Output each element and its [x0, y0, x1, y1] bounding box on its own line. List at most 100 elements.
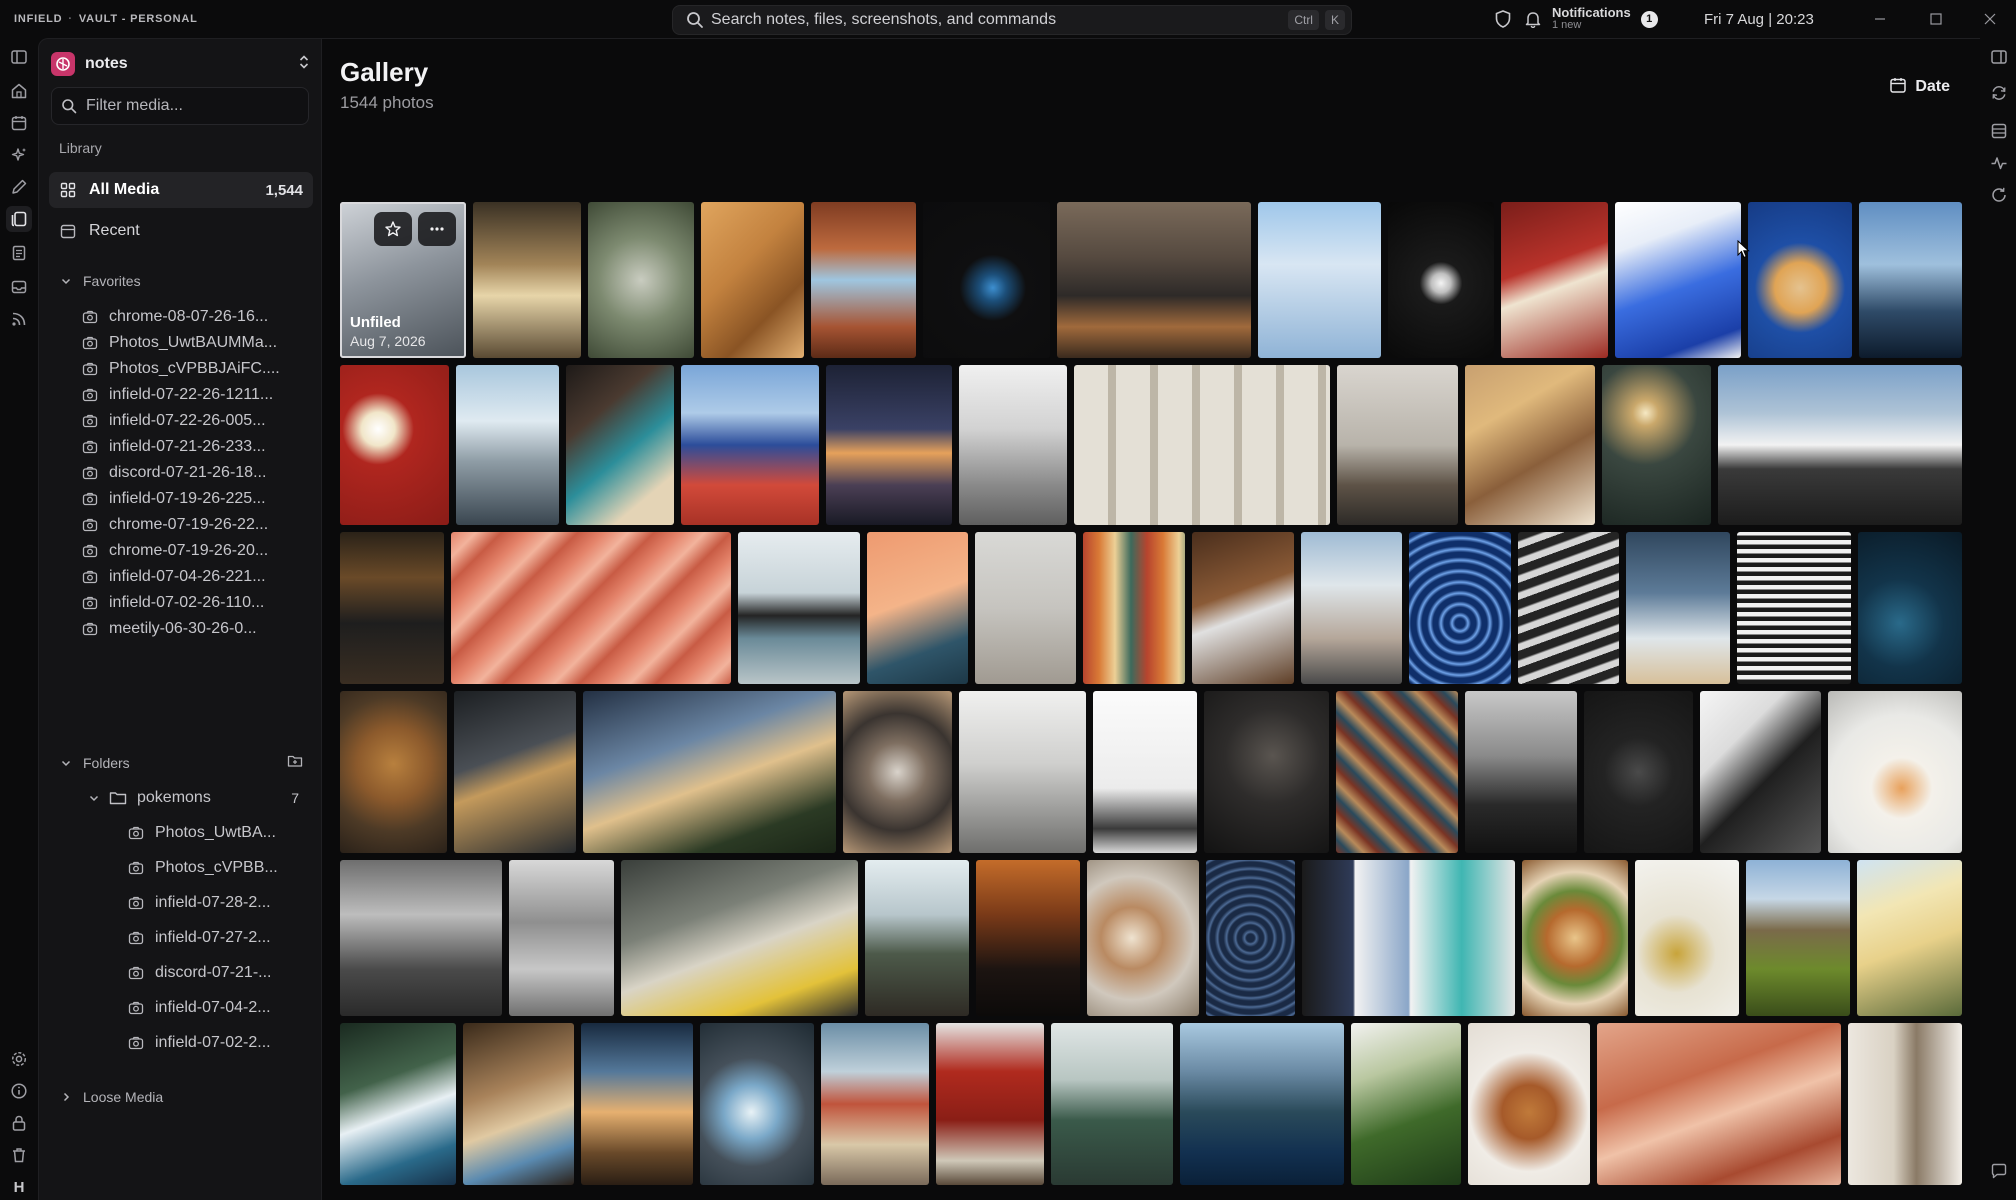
new-folder-icon[interactable] [287, 754, 303, 773]
photo-tile[interactable] [473, 202, 581, 358]
photo-tile[interactable] [1204, 691, 1329, 853]
photo-tile[interactable] [1465, 691, 1577, 853]
photo-tile[interactable] [621, 860, 858, 1016]
photo-tile[interactable] [1388, 202, 1494, 358]
activity-icon[interactable] [1986, 150, 2012, 176]
folder-child-item[interactable]: infield-07-04-2... [127, 993, 307, 1023]
photo-tile[interactable] [959, 365, 1067, 525]
folder-child-item[interactable]: Photos_cVPBB... [127, 853, 307, 883]
photo-tile[interactable] [1087, 860, 1199, 1016]
photo-tile[interactable] [738, 532, 860, 684]
photo-tile[interactable] [843, 691, 952, 853]
photo-tile[interactable] [1857, 860, 1962, 1016]
photo-tile[interactable] [1748, 202, 1852, 358]
photo-tile[interactable] [1501, 202, 1608, 358]
document-icon[interactable] [6, 240, 32, 266]
folder-child-item[interactable]: infield-07-27-2... [127, 923, 307, 953]
photo-tile[interactable] [1584, 691, 1693, 853]
command-search[interactable]: Search notes, files, screenshots, and co… [672, 5, 1352, 35]
photo-tile[interactable] [1635, 860, 1739, 1016]
favorite-item[interactable]: meetily-06-30-26-0... [81, 614, 313, 644]
photo-tile[interactable] [1518, 532, 1619, 684]
photo-tile[interactable] [340, 365, 449, 525]
photo-tile[interactable] [1302, 860, 1515, 1016]
photo-tile[interactable] [1336, 691, 1458, 853]
folder-child-item[interactable]: discord-07-21-... [127, 958, 307, 988]
loose-media-group-header[interactable]: Loose Media [59, 1085, 313, 1109]
photo-tile[interactable] [1858, 532, 1962, 684]
photo-tile[interactable] [1828, 691, 1962, 853]
panel-toggle-icon[interactable] [6, 44, 32, 70]
photo-tile[interactable] [583, 691, 836, 853]
photo-tile[interactable] [1051, 1023, 1173, 1185]
photo-tile[interactable] [454, 691, 576, 853]
folder-child-item[interactable]: Photos_UwtBA... [127, 818, 307, 848]
photo-tile[interactable] [1746, 860, 1850, 1016]
gallery-icon[interactable] [6, 206, 32, 232]
sidebar-item-all-media[interactable]: All Media 1,544 [49, 172, 313, 208]
photo-tile[interactable] [1057, 202, 1251, 358]
folders-group-header[interactable]: Folders [59, 751, 313, 775]
database-icon[interactable] [1986, 118, 2012, 144]
photo-tile[interactable] [923, 202, 1050, 358]
photo-tile[interactable] [936, 1023, 1044, 1185]
photo-tile[interactable] [340, 860, 502, 1016]
filter-media-input[interactable] [86, 97, 296, 115]
lock-icon[interactable] [6, 1110, 32, 1136]
photo-tile[interactable] [826, 365, 952, 525]
avatar[interactable]: H [6, 1174, 32, 1200]
more-options-button[interactable] [418, 212, 456, 246]
favorite-star-button[interactable] [374, 212, 412, 246]
photo-tile[interactable] [1737, 532, 1851, 684]
photo-tile[interactable] [340, 532, 444, 684]
sparkle-icon[interactable] [6, 142, 32, 168]
photo-tile[interactable] [1602, 365, 1711, 525]
folder-child-item[interactable]: infield-07-28-2... [127, 888, 307, 918]
photo-tile[interactable] [1180, 1023, 1344, 1185]
maximize-button[interactable] [1922, 6, 1950, 32]
photo-tile[interactable] [1700, 691, 1821, 853]
photo-tile[interactable] [1301, 532, 1402, 684]
photo-tile[interactable] [811, 202, 916, 358]
photo-tile[interactable] [865, 860, 969, 1016]
photo-tile[interactable] [959, 691, 1086, 853]
photo-tile[interactable] [1074, 365, 1330, 525]
photo-tile[interactable] [463, 1023, 574, 1185]
photo-tile[interactable] [1615, 202, 1741, 358]
photo-tile[interactable] [1351, 1023, 1461, 1185]
photo-tile[interactable] [1718, 365, 1962, 525]
refresh-icon[interactable] [1986, 182, 2012, 208]
notifications-button[interactable]: Notifications 1 new 1 [1522, 4, 1678, 34]
photo-tile[interactable] [566, 365, 674, 525]
photo-tile[interactable] [1597, 1023, 1841, 1185]
photo-tile[interactable] [681, 365, 819, 525]
photo-tile[interactable] [1848, 1023, 1962, 1185]
vault-selector[interactable]: notes [51, 49, 311, 79]
photo-tile[interactable] [1337, 365, 1458, 525]
photo-tile-selected[interactable]: Unfiled Aug 7, 2026 [340, 202, 466, 358]
photo-tile[interactable] [821, 1023, 929, 1185]
settings-icon[interactable] [6, 1046, 32, 1072]
photo-tile[interactable] [1093, 691, 1197, 853]
minimize-button[interactable] [1866, 6, 1894, 32]
pen-icon[interactable] [6, 174, 32, 200]
photo-tile[interactable] [1083, 532, 1185, 684]
shield-icon[interactable] [1492, 8, 1514, 30]
photo-tile[interactable] [1626, 532, 1730, 684]
photo-tile[interactable] [700, 1023, 814, 1185]
photo-tile[interactable] [701, 202, 804, 358]
folder-pokemons[interactable]: pokemons 7 [85, 783, 299, 813]
photo-tile[interactable] [1206, 860, 1295, 1016]
photo-tile[interactable] [1192, 532, 1294, 684]
sync-icon[interactable] [1986, 80, 2012, 106]
rss-icon[interactable] [6, 306, 32, 332]
calendar-icon[interactable] [6, 110, 32, 136]
photo-tile[interactable] [1258, 202, 1381, 358]
photo-tile[interactable] [976, 860, 1080, 1016]
folder-child-item[interactable]: infield-07-02-2... [127, 1028, 307, 1058]
close-button[interactable] [1976, 6, 2004, 32]
sidebar-item-recent[interactable]: Recent [49, 213, 313, 249]
info-icon[interactable] [6, 1078, 32, 1104]
photo-tile[interactable] [1468, 1023, 1590, 1185]
photo-tile[interactable] [340, 1023, 456, 1185]
